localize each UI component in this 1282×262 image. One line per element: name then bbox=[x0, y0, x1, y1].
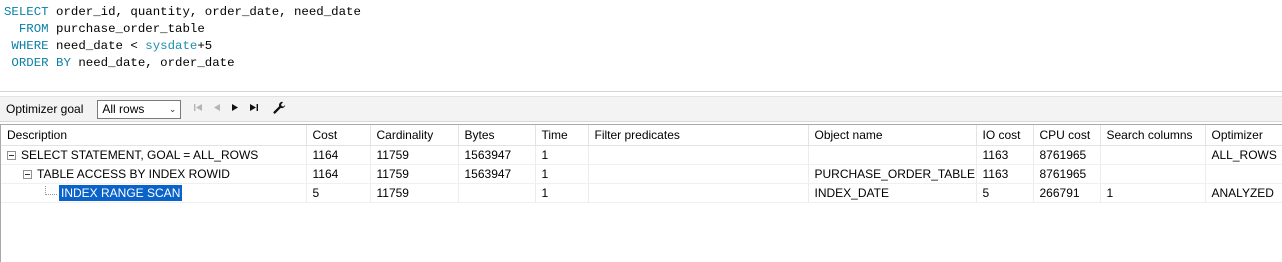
collapse-icon[interactable] bbox=[23, 170, 32, 180]
search-columns-cell bbox=[1100, 145, 1206, 165]
column-header[interactable]: Cardinality bbox=[370, 125, 459, 146]
tree-connector bbox=[45, 186, 57, 195]
cardinality-cell: 11759 bbox=[370, 164, 459, 184]
description-cell: INDEX RANGE SCAN bbox=[1, 183, 307, 203]
io-cost-cell: 1163 bbox=[976, 145, 1034, 165]
sql-text: need_date, order_date bbox=[70, 56, 235, 70]
cpu-cost-cell: 266791 bbox=[1033, 183, 1101, 203]
bytes-cell: 1563947 bbox=[458, 145, 536, 165]
object-cell: INDEX_DATE bbox=[808, 183, 977, 203]
column-header[interactable]: Cost bbox=[306, 125, 371, 146]
table-row[interactable]: SELECT STATEMENT, GOAL = ALL_ROWS 1164 1… bbox=[1, 145, 1282, 165]
column-header[interactable]: Filter predicates bbox=[588, 125, 809, 146]
filter-cell bbox=[588, 145, 809, 165]
sql-line-1: SELECT order_id, quantity, order_date, n… bbox=[0, 4, 1282, 21]
sql-text: purchase_order_table bbox=[48, 22, 205, 36]
cpu-cost-cell: 8761965 bbox=[1033, 145, 1101, 165]
next-icon[interactable] bbox=[231, 103, 239, 115]
column-header[interactable]: Search columns bbox=[1100, 125, 1206, 146]
table-row[interactable]: TABLE ACCESS BY INDEX ROWID 1164 11759 1… bbox=[1, 164, 1282, 184]
cost-cell: 1164 bbox=[306, 164, 371, 184]
record-navigation bbox=[193, 103, 259, 115]
column-header[interactable]: Description bbox=[1, 125, 307, 146]
plan-table: Description Cost Cardinality Bytes Time … bbox=[1, 125, 1282, 203]
object-cell bbox=[808, 145, 977, 165]
chevron-down-icon: ⌄ bbox=[168, 103, 177, 114]
wrench-icon[interactable] bbox=[273, 101, 286, 117]
sql-line-4: ORDER BY need_date, order_date bbox=[0, 55, 1282, 72]
bytes-cell bbox=[458, 183, 536, 203]
table-row[interactable]: INDEX RANGE SCAN 5 11759 1 INDEX_DATE 5 … bbox=[1, 183, 1282, 203]
previous-icon[interactable] bbox=[213, 103, 221, 115]
sql-keyword: ORDER BY bbox=[4, 56, 71, 70]
sql-text: order_id, quantity, order_date, need_dat… bbox=[48, 5, 361, 19]
sql-function: sysdate bbox=[145, 39, 198, 53]
sql-keyword: FROM bbox=[4, 22, 49, 36]
filter-cell bbox=[588, 164, 809, 184]
description-text: TABLE ACCESS BY INDEX ROWID bbox=[37, 167, 230, 181]
sql-keyword: SELECT bbox=[4, 5, 49, 19]
time-cell: 1 bbox=[535, 164, 589, 184]
execution-plan-grid[interactable]: Description Cost Cardinality Bytes Time … bbox=[0, 124, 1282, 262]
cpu-cost-cell: 8761965 bbox=[1033, 164, 1101, 184]
sql-text: +5 bbox=[197, 39, 213, 53]
optimizer-cell bbox=[1205, 164, 1282, 184]
column-header[interactable]: Time bbox=[535, 125, 589, 146]
column-header[interactable]: Object name bbox=[808, 125, 977, 146]
sql-line-2: FROM purchase_order_table bbox=[0, 21, 1282, 38]
column-header[interactable]: IO cost bbox=[976, 125, 1034, 146]
cardinality-cell: 11759 bbox=[370, 145, 459, 165]
cardinality-cell: 11759 bbox=[370, 183, 459, 203]
description-cell: TABLE ACCESS BY INDEX ROWID bbox=[1, 164, 307, 184]
bytes-cell: 1563947 bbox=[458, 164, 536, 184]
optimizer-cell: ANALYZED bbox=[1205, 183, 1282, 203]
time-cell: 1 bbox=[535, 183, 589, 203]
search-columns-cell bbox=[1100, 164, 1206, 184]
column-header[interactable]: Bytes bbox=[458, 125, 536, 146]
description-text: INDEX RANGE SCAN bbox=[59, 185, 183, 201]
filter-cell bbox=[588, 183, 809, 203]
optimizer-goal-value: All rows bbox=[102, 102, 145, 116]
description-text: SELECT STATEMENT, GOAL = ALL_ROWS bbox=[21, 148, 259, 162]
object-cell: PURCHASE_ORDER_TABLE bbox=[808, 164, 977, 184]
sql-line-3: WHERE need_date < sysdate+5 bbox=[0, 38, 1282, 55]
description-cell: SELECT STATEMENT, GOAL = ALL_ROWS bbox=[1, 145, 307, 165]
cost-cell: 1164 bbox=[306, 145, 371, 165]
optimizer-cell: ALL_ROWS bbox=[1205, 145, 1282, 165]
search-columns-cell: 1 bbox=[1100, 183, 1206, 203]
first-record-icon[interactable] bbox=[193, 103, 203, 115]
time-cell: 1 bbox=[535, 145, 589, 165]
sql-editor[interactable]: SELECT order_id, quantity, order_date, n… bbox=[0, 0, 1282, 92]
plan-toolbar: Optimizer goal All rows ⌄ bbox=[0, 96, 1282, 122]
io-cost-cell: 5 bbox=[976, 183, 1034, 203]
sql-keyword: WHERE bbox=[4, 39, 49, 53]
sql-text: need_date < bbox=[48, 39, 146, 53]
cost-cell: 5 bbox=[306, 183, 371, 203]
optimizer-goal-select[interactable]: All rows ⌄ bbox=[97, 99, 182, 119]
last-record-icon[interactable] bbox=[249, 103, 259, 115]
collapse-icon[interactable] bbox=[7, 151, 16, 161]
optimizer-goal-label: Optimizer goal bbox=[6, 102, 84, 116]
column-header[interactable]: Optimizer bbox=[1205, 125, 1282, 146]
io-cost-cell: 1163 bbox=[976, 164, 1034, 184]
header-row: Description Cost Cardinality Bytes Time … bbox=[1, 125, 1282, 146]
column-header[interactable]: CPU cost bbox=[1033, 125, 1101, 146]
